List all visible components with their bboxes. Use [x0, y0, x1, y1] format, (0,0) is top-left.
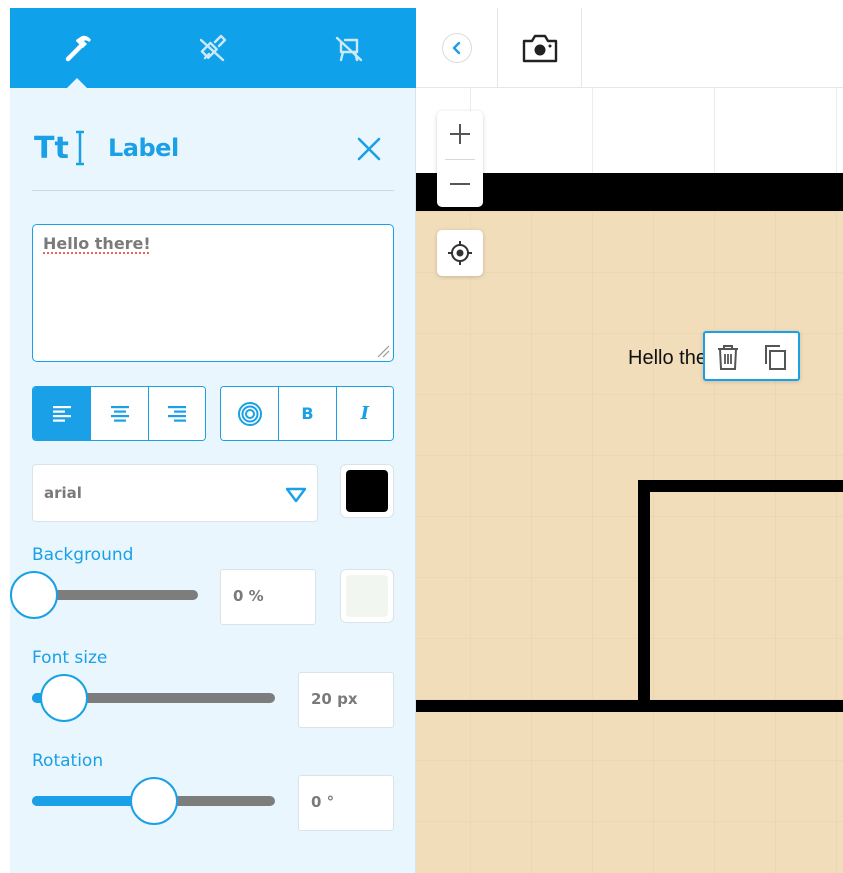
trash-icon: [718, 345, 738, 370]
background-slider-thumb[interactable]: [10, 571, 58, 619]
chevron-left-icon: [452, 41, 460, 55]
center-view-button[interactable]: [437, 230, 483, 276]
camera-icon: [522, 34, 557, 63]
zoom-separator: [445, 159, 475, 160]
tool-tabs: [10, 8, 416, 88]
paint-roller-icon: [199, 34, 226, 62]
tab-furniture[interactable]: [281, 8, 416, 88]
furniture-icon: [335, 36, 362, 62]
rotation-label: Rotation: [32, 751, 104, 771]
font-size-slider-thumb[interactable]: [39, 674, 88, 722]
chevron-down-icon: [285, 487, 307, 503]
panel-title: Label: [108, 134, 179, 162]
resize-grip-icon[interactable]: [376, 344, 390, 358]
wall-inner-top[interactable]: [638, 480, 843, 492]
font-family-value: arial: [44, 484, 82, 502]
background-color-swatch: [346, 575, 388, 617]
collapse-panel-button[interactable]: [416, 8, 498, 88]
crosshair-icon: [448, 241, 472, 265]
bold-label: B: [301, 404, 314, 423]
duplicate-label-button[interactable]: [757, 339, 793, 375]
properties-panel: Tt Label Hello there! B I arial Backgrou…: [10, 8, 416, 873]
rotation-value-field[interactable]: 0 °: [298, 775, 394, 831]
rotation-slider-thumb[interactable]: [129, 777, 178, 825]
alignment-group: [32, 386, 206, 441]
label-text-value: Hello there!: [43, 234, 151, 253]
outline-icon: [237, 401, 262, 426]
align-left-button[interactable]: [33, 387, 91, 440]
align-right-icon: [167, 405, 186, 422]
delete-label-button[interactable]: [710, 339, 746, 375]
close-icon[interactable]: [354, 134, 384, 164]
outline-button[interactable]: [221, 387, 279, 440]
font-size-label: Font size: [32, 648, 108, 668]
align-center-button[interactable]: [90, 387, 148, 440]
zoom-out-button[interactable]: [437, 161, 483, 207]
active-tab-caret: [67, 78, 87, 88]
hammer-icon: [65, 35, 91, 62]
font-size-value-field[interactable]: 20 px: [298, 672, 394, 728]
background-value-field[interactable]: 0 %: [220, 569, 316, 625]
wall-inner-left[interactable]: [638, 480, 650, 708]
room-floor[interactable]: [416, 211, 843, 873]
back-button-circle: [441, 33, 472, 63]
align-right-button[interactable]: [147, 387, 205, 440]
copy-icon: [765, 345, 786, 370]
text-color-swatch: [346, 470, 388, 512]
tab-paint[interactable]: [145, 8, 280, 88]
plus-icon: [450, 124, 470, 144]
label-header: Tt Label: [32, 120, 394, 180]
text-style-group: B I: [220, 386, 394, 441]
background-color-picker[interactable]: [340, 569, 394, 623]
snapshot-button[interactable]: [498, 8, 582, 88]
minus-icon: [450, 183, 470, 185]
align-center-icon: [110, 405, 129, 422]
floorplan-canvas[interactable]: Hello there!: [416, 8, 843, 873]
background-label: Background: [32, 545, 134, 565]
zoom-control: [437, 111, 483, 207]
align-left-icon: [52, 405, 71, 422]
svg-text:Tt: Tt: [34, 131, 69, 166]
italic-label: I: [360, 403, 370, 424]
label-action-popup: [703, 331, 800, 381]
text-color-picker[interactable]: [340, 464, 394, 518]
wall-horizontal[interactable]: [416, 700, 843, 712]
bold-button[interactable]: B: [278, 387, 336, 440]
tab-build[interactable]: [10, 8, 145, 88]
font-family-select[interactable]: arial: [32, 464, 318, 522]
italic-button[interactable]: I: [335, 387, 393, 440]
header-divider: [32, 190, 394, 191]
text-tool-icon: Tt: [34, 130, 84, 166]
zoom-in-button[interactable]: [437, 111, 483, 157]
canvas-toolbar: [416, 8, 843, 88]
